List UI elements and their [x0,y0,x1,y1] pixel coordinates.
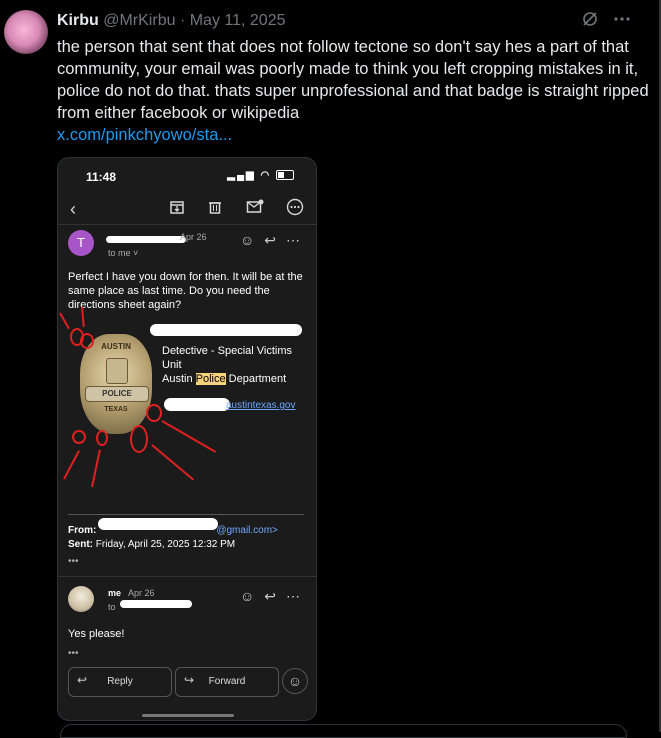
reply-email-body: Yes please! [68,628,125,640]
more-icon[interactable] [613,10,631,33]
sent-value: Friday, April 25, 2025 12:32 PM [95,539,236,550]
author-name[interactable]: Kirbu [57,12,99,29]
back-icon: ‹ [70,199,76,219]
tweet-link[interactable]: x.com/pinkchyowo/sta... [57,126,232,144]
sent-label: Sent: [68,539,93,550]
first-email-date: Apr 26 [180,232,207,242]
first-email-body: Perfect I have you down for then. It wil… [68,271,303,311]
redacted-email-local [164,398,230,411]
reply-icon: ↩ [264,232,276,248]
red-arrow-annotation [151,444,195,481]
header-separator: · [179,12,186,29]
reply-date: Apr 26 [128,588,155,598]
tweet-body: the person that sent that does not follo… [57,38,649,122]
highlighted-word: Police [195,373,226,385]
signature-email-domain: austintexas.gov [226,400,296,411]
emoji-reaction-icon: ☺ [282,668,308,694]
grok-icon[interactable] [581,10,599,33]
author-handle[interactable]: @MrKirbu [103,12,175,29]
reply-to: to [108,602,116,612]
red-arrow-annotation [91,449,101,488]
red-circle-annotation [146,404,162,422]
toolbar-divider [58,224,316,225]
first-email-to: to me ˅ [108,248,139,258]
more-options-icon [284,198,306,220]
home-indicator [142,714,234,717]
signature-line1: Detective - Special Victims [162,345,293,357]
email-divider [58,576,316,577]
email-toolbar: ‹ [58,198,316,226]
first-email-header: T Apr 26 to me ˅ ☺ ↩ ⋯ [68,230,306,264]
next-post-edge [60,724,627,738]
attached-screenshot[interactable]: 11:48 ▂▄▆ ◠ ‹ T Apr 26 to me ˅ ☺ ↩ ⋯ Per… [57,157,317,721]
reply-icon: ↩ [264,588,276,604]
signature-block: Detective - Special Victims Unit Austin … [162,344,310,386]
redacted-name [150,324,302,336]
trash-icon [204,198,226,220]
badge-band: POLICE [85,386,149,402]
reply-sender: me [108,588,122,598]
red-circle-annotation [96,430,108,446]
first-email-actions: ☺ ↩ ⋯ [240,232,300,249]
tweet-top-actions [581,10,631,33]
reply-email-actions: ☺ ↩ ⋯ [240,588,300,605]
red-arrow-annotation [59,312,70,330]
forward-button: ↪ Forward [175,667,279,697]
phone-status-bar: 11:48 ▂▄▆ ◠ [58,158,316,196]
status-time: 11:48 [86,170,117,184]
reply-button: ↩ Reply [68,667,172,697]
red-arrow-annotation [63,450,80,480]
emoji-icon: ☺ [239,232,255,248]
sender-avatar: T [68,230,94,256]
reply-expand-dots: ••• [68,648,79,659]
police-badge-image: AUSTIN POLICE TEXAS [80,334,152,434]
tweet-date[interactable]: May 11, 2025 [190,12,286,29]
forward-button-label: Forward [208,676,246,687]
red-circle-annotation [72,430,86,444]
from-label: From: [68,525,97,536]
reply-button-label: Reply [107,676,133,687]
quote-divider [68,514,304,515]
author-avatar[interactable] [4,10,48,54]
mark-unread-icon [244,198,266,220]
redacted-sender [106,236,186,243]
my-avatar [68,586,94,612]
redacted-recipient [120,600,192,608]
emoji-icon: ☺ [239,588,255,604]
tweet-header: Kirbu @MrKirbu · May 11, 2025 [57,11,285,31]
signature-line2: Unit [162,359,182,371]
red-circle-annotation [130,425,148,453]
signal-wifi-battery-icon: ▂▄▆ ◠ [227,170,294,181]
red-circle-annotation [80,333,94,349]
redacted-from [98,518,218,530]
badge-bottom-text: TEXAS [104,406,128,413]
more-icon: ⋯ [286,232,300,248]
expand-dots: ••• [68,556,79,567]
signature-dept: Austin Police Department [162,373,287,385]
more-icon: ⋯ [286,588,300,604]
from-domain: @gmail.com> [216,525,278,536]
badge-seal [106,358,128,384]
archive-icon [166,198,188,220]
red-arrow-annotation [161,420,217,453]
reply-email-header: me Apr 26 to ☺ ↩ ⋯ [68,586,306,618]
tweet-text: the person that sent that does not follo… [57,36,649,146]
